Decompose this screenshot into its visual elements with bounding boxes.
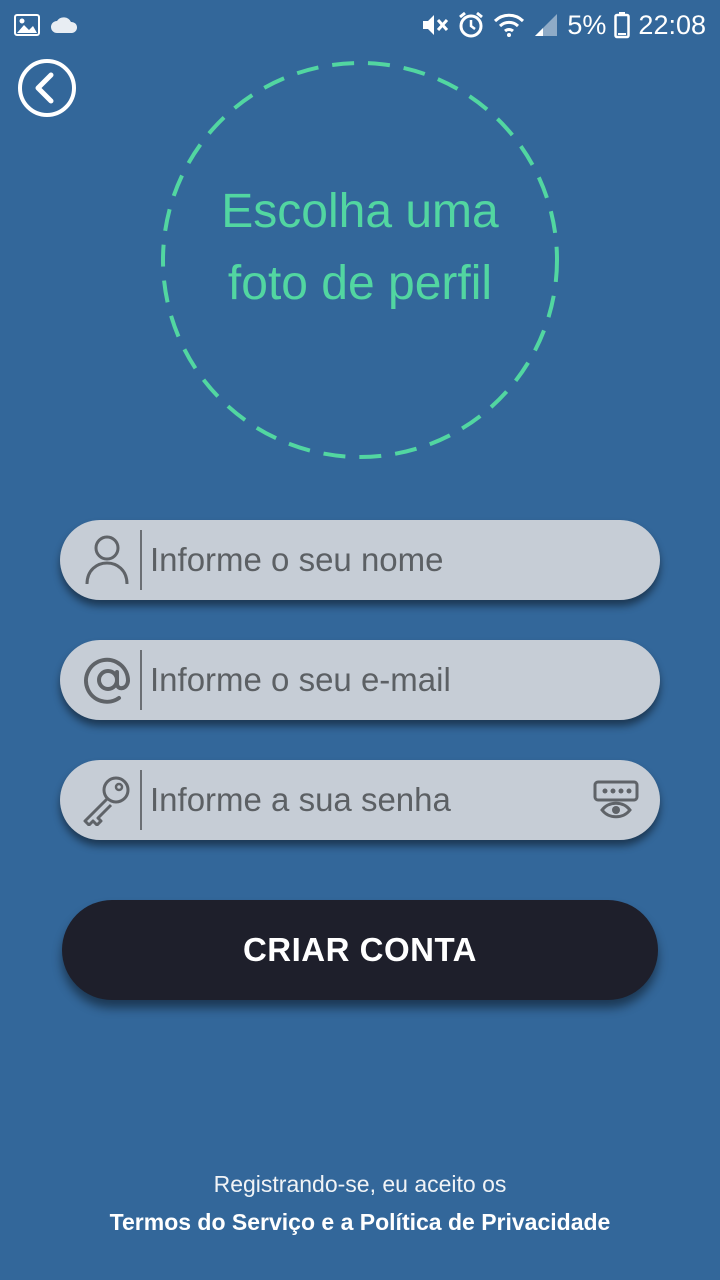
photo-picker-label: Escolha uma foto de perfil bbox=[160, 60, 560, 460]
show-password-toggle[interactable] bbox=[586, 770, 646, 830]
alarm-icon bbox=[457, 11, 485, 39]
field-divider bbox=[140, 770, 142, 830]
name-input[interactable] bbox=[150, 530, 660, 590]
password-input[interactable] bbox=[150, 770, 586, 830]
status-right: 5% 22:08 bbox=[421, 10, 706, 41]
wifi-icon bbox=[493, 12, 525, 38]
at-icon bbox=[60, 640, 140, 720]
password-field bbox=[60, 760, 660, 840]
profile-photo-picker[interactable]: Escolha uma foto de perfil bbox=[160, 60, 560, 460]
show-password-icon bbox=[593, 780, 639, 819]
email-field bbox=[60, 640, 660, 720]
user-icon bbox=[60, 520, 140, 600]
mute-icon bbox=[421, 12, 449, 38]
key-icon bbox=[60, 760, 140, 840]
signal-icon bbox=[533, 12, 559, 38]
photo-picker-line2: foto de perfil bbox=[227, 257, 493, 310]
battery-percent: 5% bbox=[567, 9, 607, 40]
name-field bbox=[60, 520, 660, 600]
chevron-left-circle-icon bbox=[18, 59, 76, 117]
photo-picker-line1: Escolha uma bbox=[221, 185, 499, 238]
battery-icon bbox=[614, 11, 631, 39]
gallery-icon bbox=[14, 14, 40, 36]
field-divider bbox=[140, 650, 142, 710]
email-input[interactable] bbox=[150, 650, 660, 710]
terms-privacy-link[interactable]: Termos do Serviço e a Política de Privac… bbox=[0, 1209, 720, 1236]
status-bar: 5% 22:08 bbox=[0, 0, 720, 50]
back-button[interactable] bbox=[17, 58, 77, 118]
create-account-button[interactable]: CRIAR CONTA bbox=[62, 900, 658, 1000]
terms-intro-text: Registrando-se, eu aceito os bbox=[213, 1171, 507, 1197]
field-divider bbox=[140, 530, 142, 590]
clock: 22:08 bbox=[638, 9, 706, 40]
status-left bbox=[14, 14, 78, 36]
cloud-icon bbox=[50, 16, 78, 34]
